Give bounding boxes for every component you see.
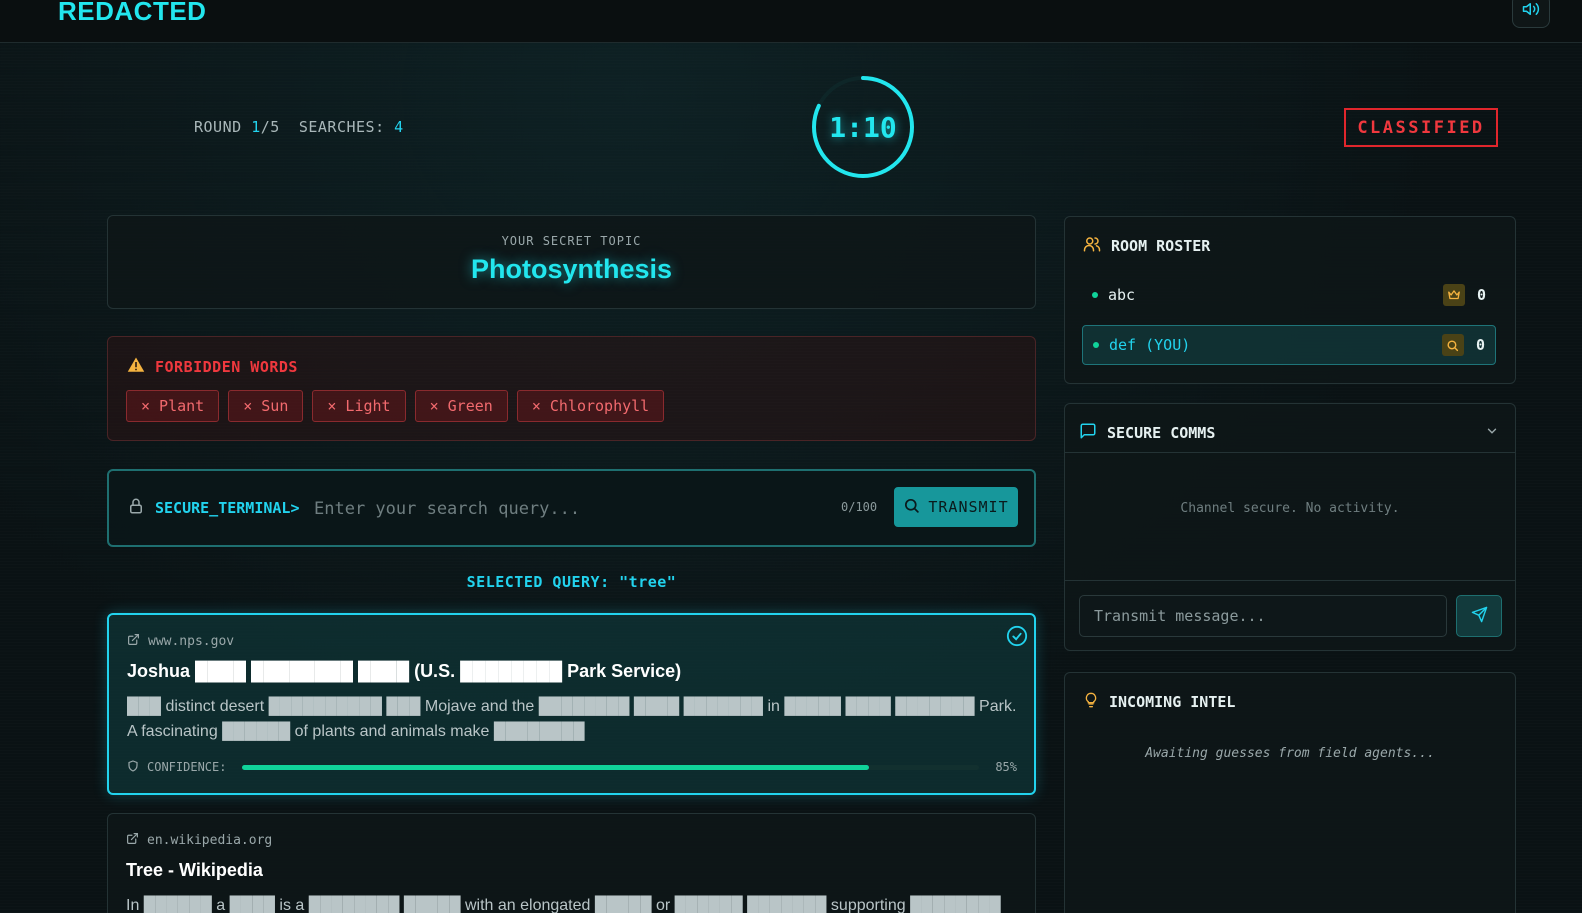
result-domain: en.wikipedia.org	[147, 833, 273, 848]
app-logo: REDACTED	[58, 0, 207, 26]
character-counter: 0/100	[841, 500, 878, 514]
search-result-card[interactable]: www.nps.gov Joshua ████ ████████ ████ (U…	[107, 613, 1036, 795]
confidence-value: 85%	[995, 760, 1017, 774]
secret-topic-label: YOUR SECRET TOPIC	[501, 234, 642, 248]
forbidden-word-chip: × Sun	[228, 390, 304, 422]
users-icon	[1083, 235, 1101, 257]
message-input[interactable]	[1079, 595, 1447, 637]
search-icon	[903, 497, 920, 518]
round-current: 1	[251, 118, 261, 136]
divider	[1065, 580, 1515, 581]
classified-badge: CLASSIFIED	[1344, 108, 1498, 147]
comms-empty-state: Channel secure. No activity.	[1180, 501, 1400, 516]
forbidden-words-panel: FORBIDDEN WORDS × Plant × Sun × Light × …	[107, 336, 1036, 441]
top-bar: REDACTED	[0, 0, 1582, 43]
result-title[interactable]: Joshua ████ ████████ ████ (U.S. ████████…	[127, 661, 681, 682]
selected-query: SELECTED QUERY: "tree"	[466, 573, 677, 591]
check-circle-icon	[1006, 625, 1028, 651]
sound-toggle-button[interactable]	[1512, 0, 1550, 28]
search-input[interactable]	[314, 489, 814, 529]
forbidden-word-chip: × Light	[312, 390, 406, 422]
transmit-label: TRANSMIT	[928, 498, 1009, 516]
search-icon	[1441, 334, 1464, 356]
secure-comms-panel: SECURE COMMS Channel secure. No activity…	[1064, 403, 1516, 651]
speaker-icon	[1522, 0, 1540, 22]
external-link-icon	[127, 633, 140, 650]
room-roster-title: ROOM ROSTER	[1111, 237, 1211, 255]
confidence-track	[242, 764, 980, 770]
search-terminal: SECURE_TERMINAL> 0/100 TRANSMIT	[107, 469, 1036, 547]
searches-count: 4	[394, 118, 404, 136]
secure-comms-title: SECURE COMMS	[1107, 424, 1216, 442]
lock-icon	[127, 497, 145, 519]
result-snippet: ███ distinct desert ██████████ ███ Mojav…	[127, 698, 1017, 740]
warning-icon	[127, 356, 145, 378]
result-snippet: In ██████ a ████ is a ████████ █████ wit…	[126, 897, 1001, 913]
player-name: def (YOU)	[1109, 336, 1191, 354]
roster-player-self: def (YOU) 0	[1082, 325, 1496, 365]
confidence-meter: CONFIDENCE: 85%	[127, 759, 1017, 775]
forbidden-word-chip: × Plant	[126, 390, 220, 422]
forbidden-word-chip: × Green	[414, 390, 508, 422]
online-status-dot	[1092, 292, 1098, 298]
shield-icon	[127, 759, 139, 775]
online-status-dot	[1093, 342, 1099, 348]
round-total: /5	[260, 118, 280, 136]
forbidden-words-list: × Plant × Sun × Light × Green × Chloroph…	[126, 390, 665, 422]
crown-icon	[1442, 284, 1465, 306]
send-message-button[interactable]	[1456, 595, 1502, 637]
confidence-label: CONFIDENCE:	[147, 760, 227, 774]
result-domain: www.nps.gov	[148, 634, 235, 649]
forbidden-word-chip: × Chlorophyll	[516, 390, 665, 422]
lightbulb-icon	[1083, 691, 1099, 713]
player-score: 0	[1476, 286, 1486, 304]
round-status: ROUND 1/5 SEARCHES: 4	[194, 118, 404, 136]
confidence-fill	[242, 764, 869, 770]
divider	[1065, 452, 1515, 453]
search-result-card[interactable]: en.wikipedia.org Tree - Wikipedia In ███…	[107, 813, 1036, 913]
round-timer: 1:10	[810, 74, 916, 180]
chevron-down-icon[interactable]	[1485, 423, 1499, 442]
message-icon	[1079, 422, 1097, 444]
result-title[interactable]: Tree - Wikipedia	[126, 860, 263, 881]
external-link-icon	[126, 832, 139, 849]
secret-topic-panel: YOUR SECRET TOPIC Photosynthesis	[107, 215, 1036, 309]
forbidden-words-title: FORBIDDEN WORDS	[155, 358, 298, 376]
incoming-intel-panel: INCOMING INTEL Awaiting guesses from fie…	[1064, 672, 1516, 913]
transmit-button[interactable]: TRANSMIT	[894, 487, 1018, 527]
roster-player: abc 0	[1082, 275, 1496, 315]
secret-topic-value: Photosynthesis	[470, 254, 673, 284]
send-icon	[1471, 606, 1488, 626]
intel-empty-state: Awaiting guesses from field agents...	[1145, 746, 1435, 761]
terminal-prefix: SECURE_TERMINAL>	[155, 499, 300, 517]
timer-value: 1:10	[829, 110, 897, 144]
player-score: 0	[1475, 336, 1485, 354]
incoming-intel-title: INCOMING INTEL	[1109, 693, 1236, 711]
player-name: abc	[1108, 286, 1136, 304]
